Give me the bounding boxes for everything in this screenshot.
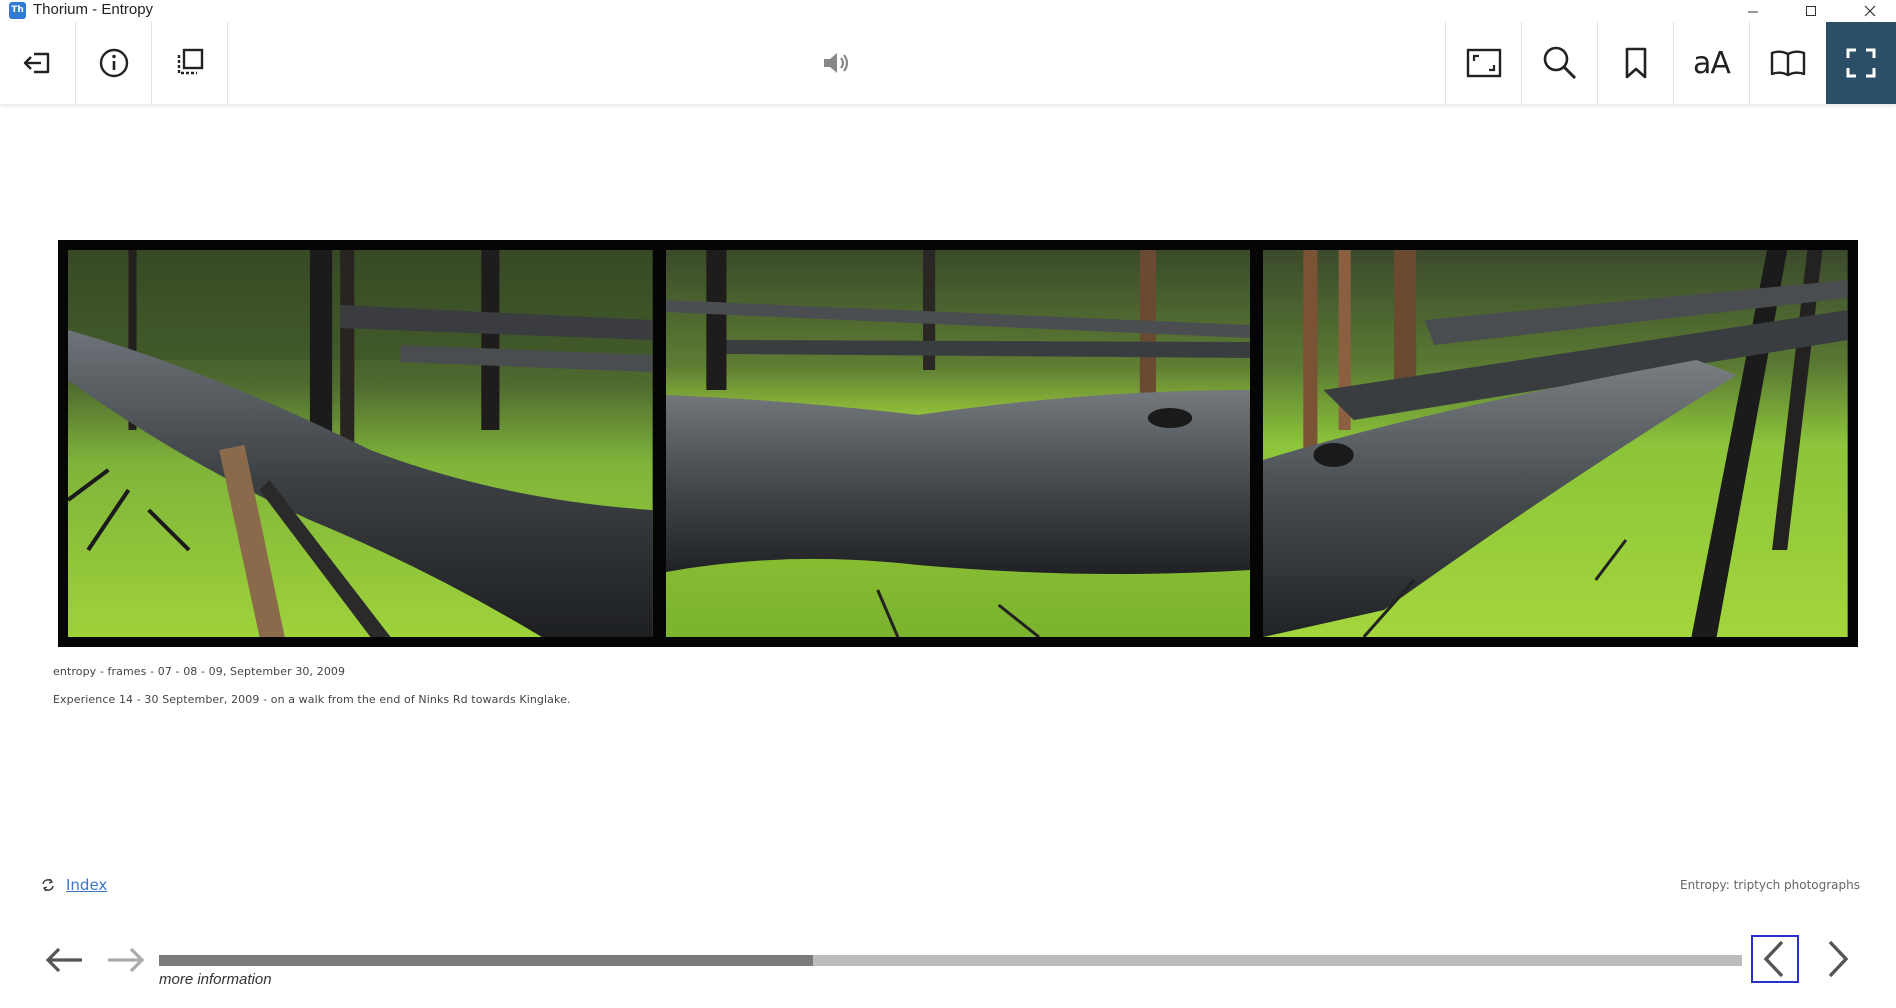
history-back-button[interactable] — [42, 938, 86, 982]
search-icon — [1543, 46, 1576, 80]
bookmark-icon — [1625, 47, 1646, 79]
minimize-icon — [1748, 11, 1758, 13]
book-subtitle: Entropy: triptych photographs — [1679, 878, 1860, 892]
next-page-button[interactable] — [1813, 935, 1861, 983]
photo-caption-text: Experience 14 - 30 September, 2009 - on … — [53, 693, 571, 706]
arrow-right-icon — [108, 947, 145, 973]
title-bar: Th Thorium - Entropy — [0, 0, 1896, 22]
photo-frame-07 — [68, 250, 653, 637]
reading-progress-bar[interactable] — [159, 955, 1742, 966]
reading-mode-button[interactable] — [1749, 22, 1825, 104]
burnt-log-photo-left — [68, 250, 653, 637]
index-row: Index — [40, 876, 107, 894]
read-aloud-button[interactable] — [806, 22, 866, 104]
window-title: Thorium - Entropy — [33, 1, 154, 18]
search-button[interactable] — [1521, 22, 1597, 104]
toc-icon — [177, 48, 203, 75]
refresh-icon — [42, 878, 54, 892]
fullscreen-icon — [1846, 48, 1876, 78]
back-to-library-button[interactable] — [0, 22, 76, 104]
fullscreen-button[interactable] — [1826, 22, 1896, 104]
burnt-log-photo-right — [1263, 250, 1849, 637]
index-link[interactable]: Index — [66, 876, 107, 894]
back-to-library-icon — [23, 52, 49, 74]
reader-toolbar: aA — [0, 22, 1896, 104]
audio-icon — [824, 53, 849, 73]
maximize-button[interactable] — [1788, 0, 1834, 22]
progress-label: more information — [159, 971, 272, 988]
reading-mode-icon — [1770, 50, 1805, 77]
history-forward-button[interactable] — [104, 938, 148, 982]
photo-caption-title: entropy - frames - 07 - 08 - 09, Septemb… — [53, 665, 346, 678]
fit-page-button[interactable] — [1445, 22, 1521, 104]
maximize-icon — [1806, 6, 1816, 16]
close-icon — [1864, 5, 1876, 17]
triptych-photograph — [58, 240, 1858, 647]
app-icon: Th — [9, 2, 26, 19]
photo-frame-09 — [1263, 250, 1849, 637]
photo-frame-08 — [665, 250, 1251, 637]
close-button[interactable] — [1847, 0, 1893, 22]
table-of-contents-button[interactable] — [152, 22, 228, 104]
minimize-button[interactable] — [1730, 0, 1776, 22]
text-settings-icon: aA — [1693, 45, 1731, 81]
info-button[interactable] — [76, 22, 152, 104]
text-settings-button[interactable]: aA — [1673, 22, 1749, 104]
fit-screen-icon — [1466, 48, 1501, 78]
previous-page-button[interactable] — [1751, 935, 1799, 983]
burnt-log-photo-center — [665, 250, 1251, 637]
bookmark-button[interactable] — [1597, 22, 1673, 104]
chevron-right-icon — [1828, 940, 1849, 978]
arrow-left-icon — [45, 947, 82, 973]
chevron-left-icon — [1763, 940, 1784, 978]
info-icon — [99, 48, 128, 78]
reading-progress-fill — [159, 955, 813, 966]
